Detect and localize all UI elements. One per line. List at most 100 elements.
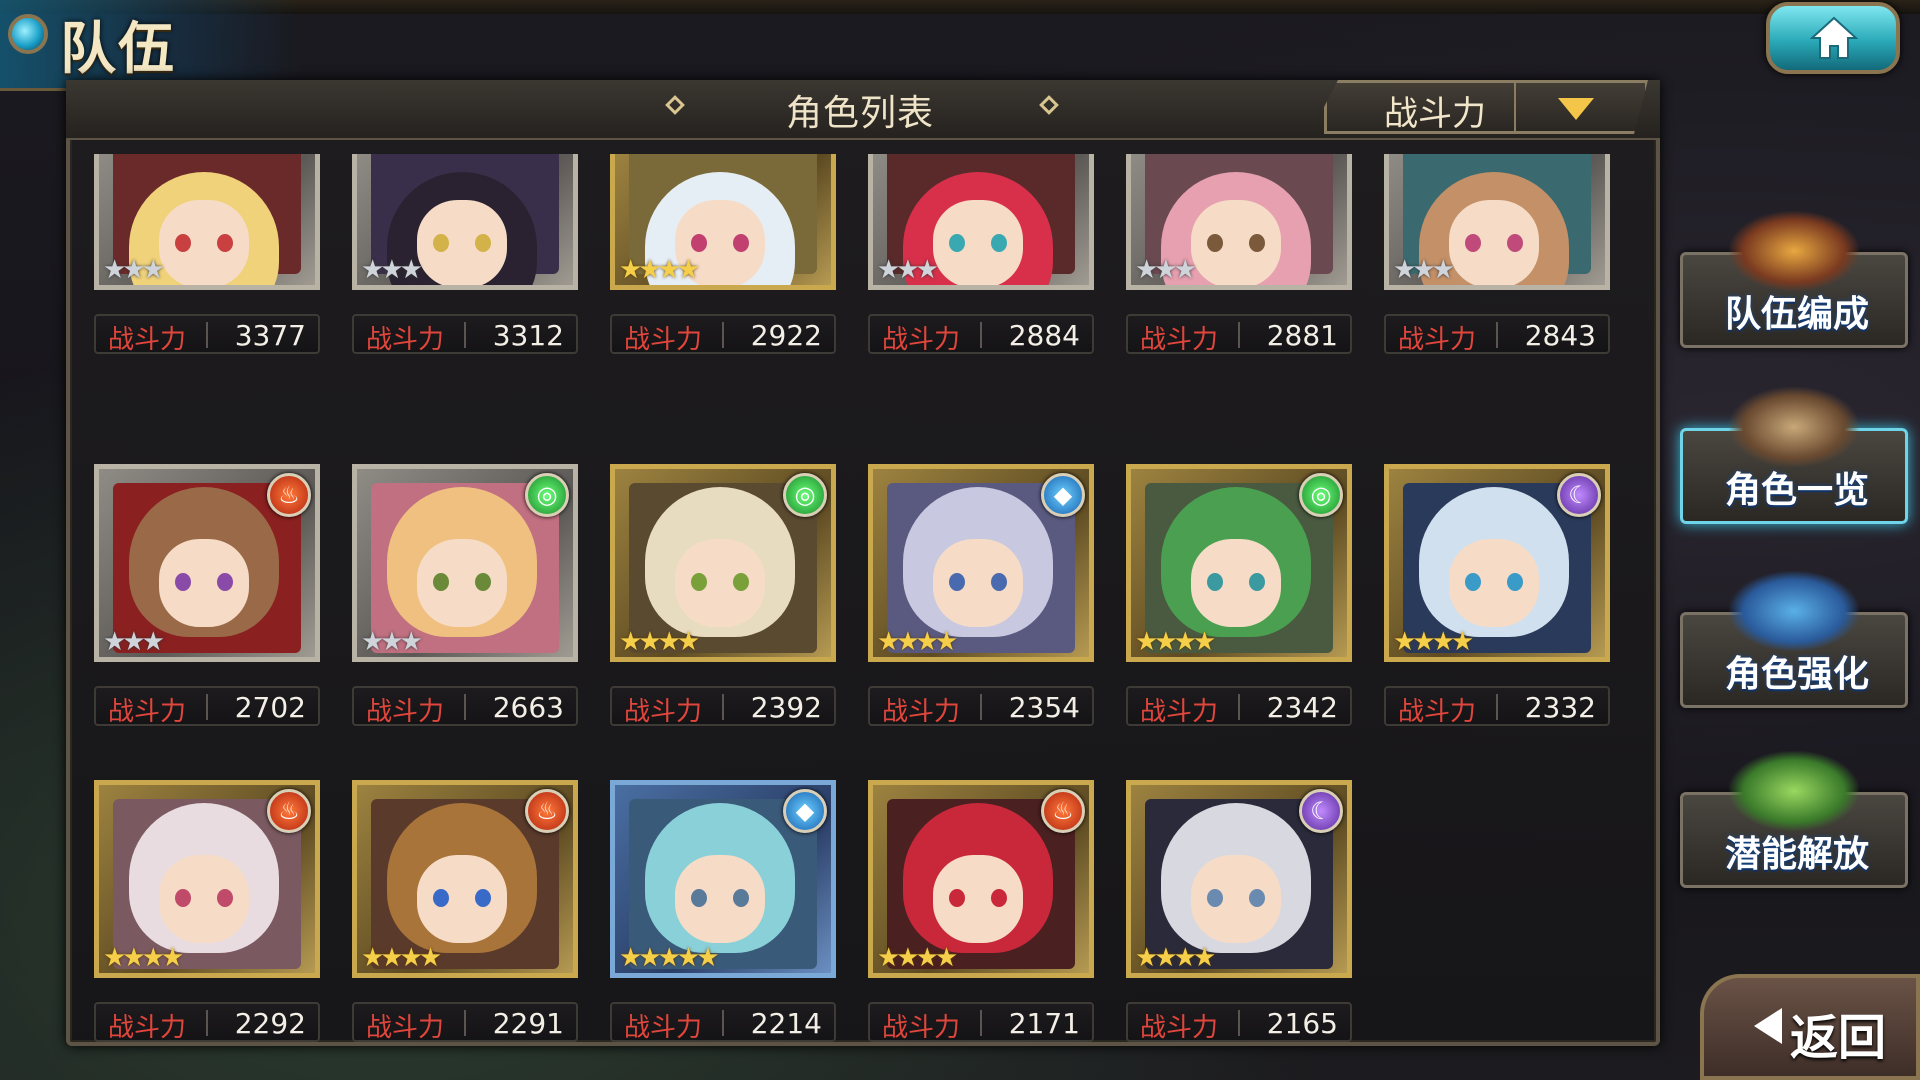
character-portrait[interactable]: ★★★★ ☾ — [1126, 780, 1352, 978]
portrait-eye — [1249, 889, 1265, 907]
power-divider — [206, 322, 208, 348]
portrait-face — [1449, 200, 1539, 285]
character-portrait[interactable]: ★★★★ ♨ — [868, 780, 1094, 978]
character-portrait[interactable]: ★★★ ♨ — [94, 464, 320, 662]
portrait-face — [1191, 855, 1281, 943]
power-value: 2291 — [492, 1007, 564, 1040]
character-portrait[interactable]: ★★★★ ☾ — [1384, 464, 1610, 662]
character-portrait[interactable]: ★★★ — [1126, 154, 1352, 290]
character-portrait[interactable]: ★★★★ ◎ — [610, 464, 836, 662]
portrait-eye — [433, 234, 449, 252]
portrait-eye — [475, 573, 491, 591]
wind-element-icon: ◎ — [783, 473, 827, 517]
portrait-eye — [1207, 573, 1223, 591]
power-value: 3312 — [492, 319, 564, 352]
home-icon — [1810, 16, 1858, 59]
character-portrait[interactable]: ★★★★ — [610, 154, 836, 290]
rarity-stars: ★★★★ — [1393, 627, 1474, 657]
power-divider — [206, 1010, 208, 1036]
portrait-eye — [691, 573, 707, 591]
power-value: 2292 — [234, 1007, 306, 1040]
power-value: 2332 — [1524, 691, 1596, 724]
side-menu-label: 潜能解放 — [1724, 834, 1869, 875]
portrait-eye — [175, 573, 191, 591]
power-bar: 战斗力 2663 — [352, 686, 578, 727]
side-menu-button[interactable]: 角色强化 — [1680, 571, 1908, 708]
power-label: 战斗力 — [108, 697, 187, 727]
portrait-face — [417, 200, 507, 285]
power-divider — [722, 694, 724, 720]
character-portrait[interactable]: ★★★ — [1384, 154, 1610, 290]
character-portrait[interactable]: ★★★★ ♨ — [94, 780, 320, 978]
character-portrait[interactable]: ★★★★ ◆ — [868, 464, 1094, 662]
character-portrait[interactable]: ★★★ — [352, 154, 578, 290]
power-divider — [980, 694, 982, 720]
rarity-stars: ★★★ — [1393, 255, 1455, 285]
portrait-eye — [217, 573, 233, 591]
character-portrait[interactable]: ★★★★ ♨ — [352, 780, 578, 978]
chevron-down-icon[interactable] — [1558, 98, 1594, 120]
rarity-stars: ★★★ — [103, 255, 165, 285]
portrait-face — [417, 855, 507, 943]
portrait-eye — [1507, 573, 1523, 591]
home-button[interactable] — [1766, 2, 1900, 74]
portrait-eye — [691, 889, 707, 907]
portrait-eye — [175, 234, 191, 252]
power-label: 战斗力 — [1398, 697, 1477, 727]
portrait-face — [159, 539, 249, 627]
power-value: 3377 — [234, 319, 306, 352]
power-label: 战斗力 — [108, 1013, 187, 1043]
power-label: 战斗力 — [1140, 1013, 1219, 1043]
water-element-icon: ◆ — [1041, 473, 1085, 517]
back-button[interactable]: 返回 — [1700, 974, 1920, 1080]
menu-emblem-icon — [1729, 571, 1859, 651]
rarity-stars: ★★★ — [1135, 255, 1197, 285]
rarity-stars: ★★★★ — [103, 943, 184, 973]
rarity-stars: ★★★ — [361, 627, 423, 657]
portrait-eye — [1465, 573, 1481, 591]
portrait-eye — [475, 889, 491, 907]
power-bar: 战斗力 2843 — [1384, 314, 1610, 355]
power-divider — [464, 322, 466, 348]
power-label: 战斗力 — [624, 1013, 703, 1043]
power-bar: 战斗力 2332 — [1384, 686, 1610, 727]
character-portrait[interactable]: ★★★ — [94, 154, 320, 290]
power-divider — [1238, 694, 1240, 720]
wind-element-icon: ◎ — [525, 473, 569, 517]
side-menu-label: 队伍编成 — [1724, 294, 1869, 335]
fire-element-icon: ♨ — [1041, 789, 1085, 833]
side-menu-label: 角色一览 — [1724, 470, 1869, 511]
power-bar: 战斗力 3377 — [94, 314, 320, 355]
portrait-eye — [1507, 234, 1523, 252]
menu-emblem-icon — [1729, 387, 1859, 467]
power-bar: 战斗力 2171 — [868, 1002, 1094, 1043]
portrait-face — [933, 855, 1023, 943]
wind-element-icon: ◎ — [1299, 473, 1343, 517]
side-menu-label: 角色强化 — [1724, 654, 1869, 695]
side-menu-button[interactable]: 潜能解放 — [1680, 751, 1908, 888]
power-value: 2342 — [1266, 691, 1338, 724]
side-menu-button[interactable]: 角色一览 — [1680, 387, 1908, 524]
character-portrait[interactable]: ★★★ ◎ — [352, 464, 578, 662]
portrait-face — [675, 855, 765, 943]
power-bar: 战斗力 2342 — [1126, 686, 1352, 727]
portrait-eye — [949, 234, 965, 252]
side-menu-button[interactable]: 队伍编成 — [1680, 211, 1908, 348]
power-label: 战斗力 — [624, 325, 703, 355]
power-divider — [1238, 322, 1240, 348]
portrait-eye — [217, 234, 233, 252]
power-divider — [1496, 322, 1498, 348]
character-portrait[interactable]: ★★★★ ◎ — [1126, 464, 1352, 662]
portrait-eye — [1207, 234, 1223, 252]
rarity-stars: ★★★★ — [619, 627, 700, 657]
portrait-face — [933, 200, 1023, 285]
power-label: 战斗力 — [366, 697, 445, 727]
fire-element-icon: ♨ — [267, 473, 311, 517]
power-bar: 战斗力 2165 — [1126, 1002, 1352, 1043]
character-portrait[interactable]: ★★★★★ ◆ — [610, 780, 836, 978]
rarity-stars: ★★★★★ — [619, 943, 720, 973]
character-portrait[interactable]: ★★★ — [868, 154, 1094, 290]
power-divider — [722, 1010, 724, 1036]
power-bar: 战斗力 2392 — [610, 686, 836, 727]
fire-element-icon: ♨ — [525, 789, 569, 833]
